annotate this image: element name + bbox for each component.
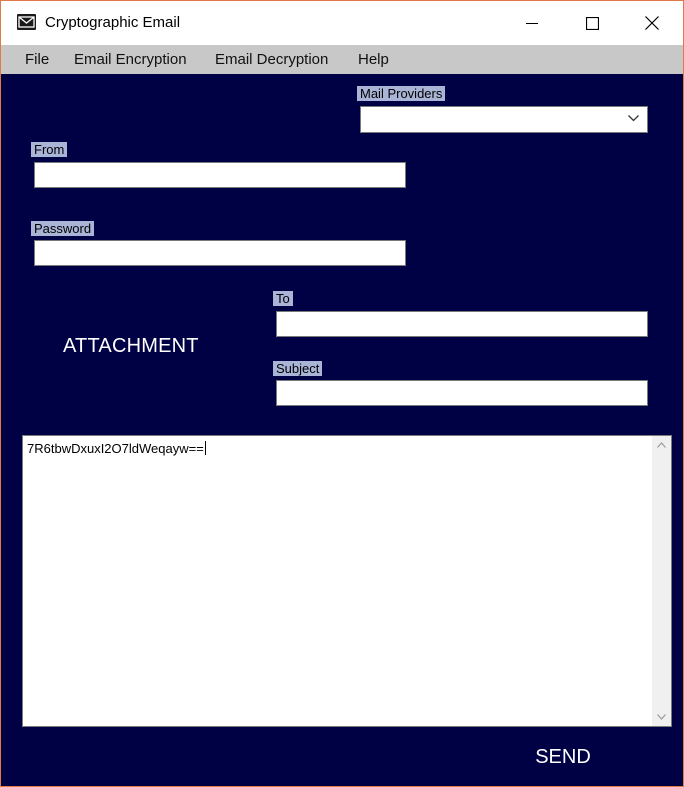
maximize-button[interactable] [563, 1, 621, 45]
minimize-button[interactable] [503, 1, 561, 45]
scroll-up-button[interactable] [652, 436, 671, 454]
close-button[interactable] [623, 1, 681, 45]
message-text: 7R6tbwDxuxI2O7ldWeqayw== [27, 441, 204, 456]
menu-help[interactable]: Help [358, 45, 389, 74]
minimize-icon [526, 23, 538, 24]
password-label: Password [31, 221, 95, 236]
password-field[interactable] [34, 240, 406, 266]
message-body-textarea[interactable]: 7R6tbwDxuxI2O7ldWeqayw== [22, 435, 672, 727]
close-icon [645, 16, 659, 30]
to-field[interactable] [276, 311, 648, 337]
to-label: To [273, 291, 293, 306]
menu-email-encryption[interactable]: Email Encryption [74, 45, 187, 74]
app-window: Cryptographic Email File Email Encryptio… [0, 0, 684, 787]
from-field[interactable] [34, 162, 406, 188]
chevron-down-icon [628, 115, 639, 122]
menu-bar: File Email Encryption Email Decryption H… [1, 45, 683, 74]
scroll-down-button[interactable] [652, 708, 671, 726]
message-text-line: 7R6tbwDxuxI2O7ldWeqayw== [27, 441, 206, 457]
subject-field[interactable] [276, 380, 648, 406]
envelope-icon [17, 14, 36, 30]
vertical-scrollbar[interactable] [652, 436, 671, 726]
title-bar[interactable]: Cryptographic Email [1, 1, 683, 45]
mail-providers-label: Mail Providers [357, 86, 446, 101]
menu-file[interactable]: File [25, 45, 49, 74]
text-caret [204, 441, 206, 455]
attachment-button[interactable]: ATTACHMENT [63, 334, 199, 358]
mail-providers-dropdown[interactable] [360, 106, 648, 133]
chevron-up-icon [657, 442, 666, 448]
send-button[interactable]: SEND [521, 742, 605, 772]
window-title: Cryptographic Email [45, 14, 181, 31]
maximize-icon [585, 16, 599, 30]
from-label: From [31, 142, 68, 157]
chevron-down-icon [657, 714, 666, 720]
main-panel: Mail Providers From Password To ATTACHME… [1, 74, 683, 786]
subject-label: Subject [273, 361, 323, 376]
menu-email-decryption[interactable]: Email Decryption [215, 45, 328, 74]
